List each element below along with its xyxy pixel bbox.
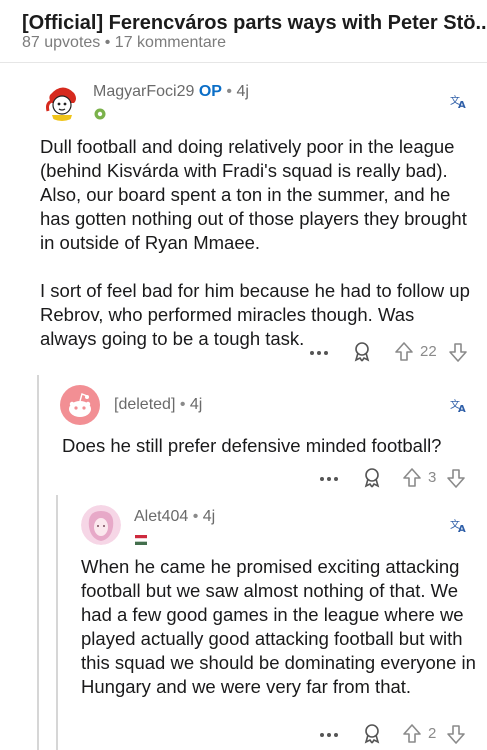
comment-age: 4j bbox=[236, 83, 249, 100]
upvote-arrow-icon[interactable] bbox=[402, 723, 422, 750]
comment-alet404: Alet404 • 4j 文 A When he came he promise… bbox=[0, 495, 487, 750]
username-link[interactable]: MagyarFoci29 bbox=[93, 83, 194, 100]
post-stats: 87 upvotes • 17 kommentare bbox=[22, 34, 226, 52]
comment-body: Dull football and doing relatively poor … bbox=[40, 135, 470, 351]
post-header: [Official] Ferencváros parts ways with P… bbox=[0, 0, 487, 62]
translate-icon[interactable]: 文 A bbox=[450, 517, 466, 535]
comment-paragraph: When he came he promised exciting attack… bbox=[81, 556, 476, 697]
translate-icon[interactable]: 文 A bbox=[450, 93, 466, 111]
avatar[interactable] bbox=[42, 81, 82, 121]
hungary-flag-icon bbox=[93, 107, 107, 120]
upvote-arrow-icon[interactable] bbox=[394, 341, 414, 368]
comment-paragraph: Dull football and doing relatively poor … bbox=[40, 136, 467, 253]
separator-dot: • bbox=[104, 34, 111, 51]
op-badge: OP bbox=[198, 83, 222, 100]
comment-age: 4j bbox=[189, 396, 203, 413]
username-link[interactable]: Alet404 bbox=[134, 508, 188, 525]
separator-dot: • bbox=[226, 83, 233, 100]
comment-meta: MagyarFoci29 OP • 4j bbox=[93, 83, 249, 101]
downvote-arrow-icon[interactable] bbox=[446, 467, 466, 494]
more-options-icon[interactable] bbox=[318, 723, 340, 750]
award-icon[interactable] bbox=[361, 723, 383, 750]
vote-count: 3 bbox=[428, 469, 437, 486]
upvote-count: 87 upvotes bbox=[22, 34, 101, 51]
hungary-flag-icon bbox=[135, 532, 147, 545]
upvote-arrow-icon[interactable] bbox=[402, 467, 422, 494]
svg-text:A: A bbox=[458, 524, 466, 533]
comment-magyarfoci29: MagyarFoci29 OP • 4j 文 A Dull football a… bbox=[0, 63, 487, 373]
svg-text:A: A bbox=[458, 100, 466, 109]
vote-count: 22 bbox=[420, 343, 437, 360]
comment-actions: 3 bbox=[318, 467, 478, 491]
separator-dot: • bbox=[192, 508, 199, 525]
comment-actions: 2 bbox=[318, 723, 478, 747]
separator-dot: • bbox=[179, 396, 186, 413]
username-deleted: [deleted] bbox=[114, 396, 176, 413]
comment-actions: 22 bbox=[308, 341, 478, 365]
award-icon[interactable] bbox=[361, 467, 383, 494]
comment-meta: Alet404 • 4j bbox=[134, 508, 215, 526]
comment-deleted: [deleted] • 4j 文 A Does he still prefer … bbox=[0, 373, 487, 495]
comment-paragraph: Does he still prefer defensive minded fo… bbox=[62, 435, 442, 456]
avatar[interactable] bbox=[60, 385, 100, 425]
comment-body: When he came he promised exciting attack… bbox=[81, 555, 476, 699]
post-title[interactable]: [Official] Ferencváros parts ways with P… bbox=[22, 12, 487, 35]
award-icon[interactable] bbox=[351, 341, 373, 368]
svg-text:A: A bbox=[458, 404, 466, 413]
comment-meta: [deleted] • 4j bbox=[114, 396, 202, 414]
more-options-icon[interactable] bbox=[318, 467, 340, 494]
downvote-arrow-icon[interactable] bbox=[448, 341, 468, 368]
comment-body: Does he still prefer defensive minded fo… bbox=[62, 434, 472, 458]
translate-icon[interactable]: 文 A bbox=[450, 397, 466, 415]
comment-age: 4j bbox=[202, 508, 216, 525]
more-options-icon[interactable] bbox=[308, 341, 330, 368]
comment-count: 17 kommentare bbox=[114, 34, 226, 51]
downvote-arrow-icon[interactable] bbox=[446, 723, 466, 750]
vote-count: 2 bbox=[428, 725, 437, 742]
avatar[interactable] bbox=[81, 505, 121, 545]
